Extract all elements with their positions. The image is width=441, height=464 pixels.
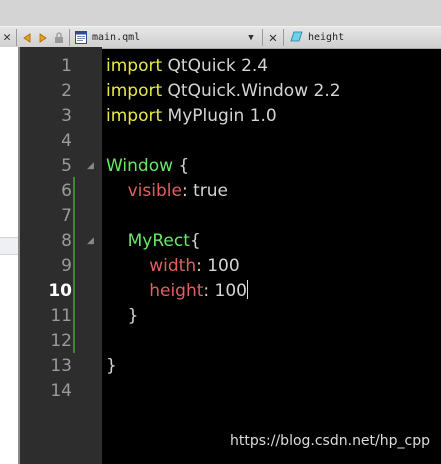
code-token: height xyxy=(106,281,204,301)
top-strip xyxy=(0,0,441,27)
code-token: import xyxy=(106,81,163,101)
code-token: { xyxy=(189,231,201,251)
line-number: 1 xyxy=(61,56,72,76)
code-token: : 100 xyxy=(196,256,240,276)
watermark: https://blog.csdn.net/hp_cpp xyxy=(230,433,430,449)
code-token: width xyxy=(106,256,197,276)
forward-arrow-icon[interactable] xyxy=(35,27,51,48)
code-token: import xyxy=(106,106,163,126)
close-document-icon[interactable]: ✕ xyxy=(265,27,281,48)
code-token: QtQuick 2.4 xyxy=(162,56,269,76)
side-pane xyxy=(0,47,18,464)
code-line[interactable]: Window { xyxy=(106,154,189,179)
lock-icon[interactable] xyxy=(51,27,67,48)
line-number: 6 xyxy=(61,181,72,201)
code-line[interactable]: } xyxy=(106,354,117,379)
file-tab[interactable]: main.qml xyxy=(72,27,242,48)
line-number: 9 xyxy=(61,256,72,276)
file-name: main.qml xyxy=(92,32,141,43)
code-line[interactable]: } xyxy=(106,304,139,329)
code-token: : true xyxy=(181,181,228,201)
line-number: 10 xyxy=(48,281,72,301)
code-token: } xyxy=(106,356,117,376)
code-line[interactable]: import MyPlugin 1.0 xyxy=(106,104,277,129)
symbol-icon xyxy=(290,31,304,45)
separator xyxy=(16,29,17,46)
code-line[interactable]: height: 100 xyxy=(106,279,249,304)
code-token: MyPlugin 1.0 xyxy=(162,106,277,126)
line-number: 14 xyxy=(50,381,72,401)
code-line[interactable]: width: 100 xyxy=(106,254,240,279)
change-marker xyxy=(73,177,75,353)
line-number: 3 xyxy=(61,106,72,126)
code-token: QtQuick.Window 2.2 xyxy=(162,81,341,101)
symbol-selector[interactable]: height xyxy=(286,27,344,48)
line-number: 11 xyxy=(50,306,72,326)
code-token: import xyxy=(106,56,163,76)
code-token: MyRect xyxy=(106,231,190,251)
line-number: 7 xyxy=(61,206,72,226)
separator xyxy=(262,29,263,46)
side-pane-row xyxy=(0,237,18,255)
code-token: { xyxy=(173,156,190,176)
line-number: 2 xyxy=(61,81,72,101)
fold-marker-icon[interactable]: ◢ xyxy=(87,235,94,246)
code-token: } xyxy=(106,306,139,326)
fold-marker-icon[interactable]: ◢ xyxy=(87,160,94,171)
line-number: 5 xyxy=(61,156,72,176)
line-number: 12 xyxy=(50,331,72,351)
symbol-name: height xyxy=(308,32,345,43)
qml-file-icon xyxy=(75,31,87,44)
code-line[interactable]: MyRect{ xyxy=(106,229,201,254)
code-line[interactable]: import QtQuick.Window 2.2 xyxy=(106,79,341,104)
separator xyxy=(69,29,70,46)
line-number: 13 xyxy=(50,356,72,376)
close-pane-icon[interactable]: ✕ xyxy=(0,27,14,48)
code-token: visible xyxy=(106,181,182,201)
text-cursor xyxy=(247,280,249,299)
back-arrow-icon[interactable] xyxy=(19,27,35,48)
line-number: 4 xyxy=(61,131,72,151)
code-line[interactable]: visible: true xyxy=(106,179,228,204)
editor-toolbar: ✕ main.qml ▼ ✕ height xyxy=(0,0,441,49)
separator xyxy=(283,29,284,46)
code-line[interactable]: import QtQuick 2.4 xyxy=(106,54,268,79)
line-number: 8 xyxy=(61,231,72,251)
code-token: Window xyxy=(106,156,174,176)
code-token: : 100 xyxy=(203,281,248,301)
chevron-down-icon[interactable]: ▼ xyxy=(242,27,260,48)
editor-tab-bar: ✕ main.qml ▼ ✕ height xyxy=(0,26,441,49)
